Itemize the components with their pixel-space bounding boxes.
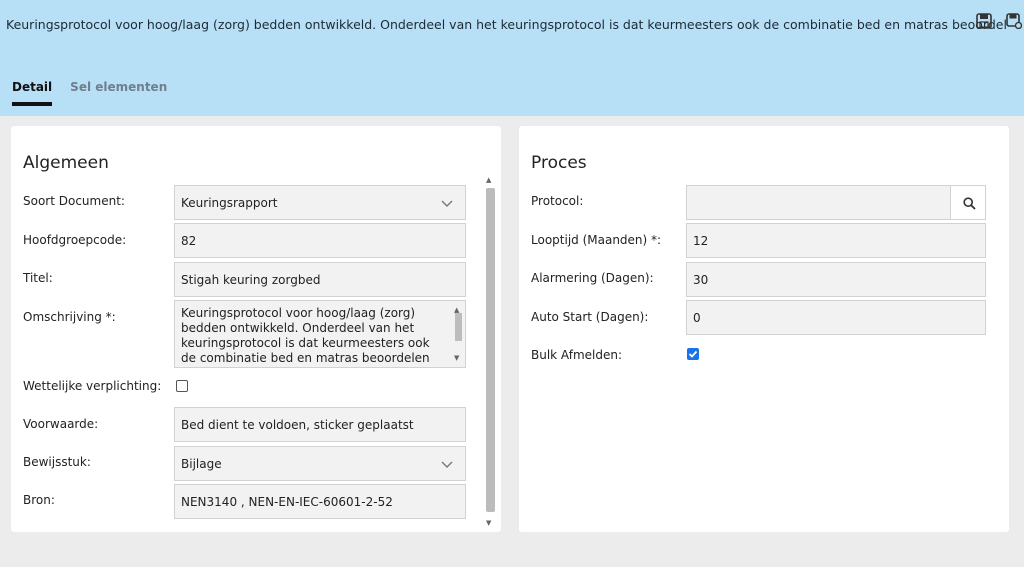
scroll-thumb[interactable] bbox=[455, 313, 462, 341]
auto-start-input[interactable]: 0 bbox=[686, 300, 986, 335]
auto-start-value: 0 bbox=[693, 310, 701, 325]
voorwaarde-input[interactable]: Bed dient te voldoen, sticker geplaatst bbox=[174, 407, 466, 442]
voorwaarde-value: Bed dient te voldoen, sticker geplaatst bbox=[181, 417, 414, 432]
bewijsstuk-value: Bijlage bbox=[181, 456, 222, 471]
algemeen-title: Algemeen bbox=[23, 153, 109, 173]
tab-bar: Detail Sel elementen bbox=[12, 80, 185, 106]
save-icon[interactable] bbox=[976, 13, 992, 29]
checkmark-icon bbox=[688, 350, 698, 358]
scroll-up-icon[interactable]: ▲ bbox=[486, 176, 491, 184]
alarmering-label: Alarmering (Dagen): bbox=[531, 271, 654, 285]
content-area: Algemeen Proces bbox=[0, 116, 1024, 567]
soort-document-select[interactable]: Keuringsrapport bbox=[174, 185, 466, 220]
hoofdgroepcode-value: 82 bbox=[181, 233, 197, 248]
proces-title: Proces bbox=[531, 153, 587, 173]
scroll-thumb[interactable] bbox=[486, 188, 495, 512]
titel-value: Stigah keuring zorgbed bbox=[181, 272, 321, 287]
omschrijving-label: Omschrijving *: bbox=[23, 310, 116, 324]
header: Keuringsprotocol voor hoog/laag (zorg) b… bbox=[0, 0, 1024, 116]
omschrijving-scrollbar[interactable]: ▲ ▼ bbox=[453, 303, 463, 366]
omschrijving-textarea[interactable]: Keuringsprotocol voor hoog/laag (zorg) b… bbox=[174, 300, 466, 368]
tab-detail[interactable]: Detail bbox=[12, 80, 53, 106]
auto-start-label: Auto Start (Dagen): bbox=[531, 310, 649, 324]
omschrijving-value: Keuringsprotocol voor hoog/laag (zorg) b… bbox=[181, 306, 430, 367]
looptijd-value: 12 bbox=[693, 233, 709, 248]
protocol-input[interactable] bbox=[686, 185, 951, 220]
scroll-down-icon[interactable]: ▼ bbox=[486, 519, 491, 527]
save-as-icon[interactable] bbox=[1006, 13, 1022, 29]
soort-document-value: Keuringsrapport bbox=[181, 195, 278, 210]
bewijsstuk-label: Bewijsstuk: bbox=[23, 455, 91, 469]
algemeen-scrollbar[interactable]: ▲ ▼ bbox=[484, 176, 496, 527]
alarmering-value: 30 bbox=[693, 272, 709, 287]
chevron-down-icon bbox=[441, 200, 453, 207]
search-icon bbox=[963, 197, 976, 210]
looptijd-label: Looptijd (Maanden) *: bbox=[531, 233, 662, 247]
header-title: Keuringsprotocol voor hoog/laag (zorg) b… bbox=[6, 17, 1006, 32]
tab-sel-elementen[interactable]: Sel elementen bbox=[70, 80, 167, 106]
protocol-search-button[interactable] bbox=[950, 185, 986, 220]
chevron-down-icon bbox=[441, 461, 453, 468]
scroll-down-icon[interactable]: ▼ bbox=[454, 351, 459, 366]
bron-label: Bron: bbox=[23, 493, 55, 507]
wettelijke-label: Wettelijke verplichting: bbox=[23, 379, 162, 393]
looptijd-input[interactable]: 12 bbox=[686, 223, 986, 258]
voorwaarde-label: Voorwaarde: bbox=[23, 417, 99, 431]
titel-input[interactable]: Stigah keuring zorgbed bbox=[174, 262, 466, 297]
bron-input[interactable]: NEN3140 , NEN-EN-IEC-60601-2-52 bbox=[174, 484, 466, 519]
hoofdgroepcode-input[interactable]: 82 bbox=[174, 223, 466, 258]
bulk-afmelden-checkbox[interactable] bbox=[687, 348, 699, 360]
bulk-afmelden-label: Bulk Afmelden: bbox=[531, 348, 622, 362]
bron-value: NEN3140 , NEN-EN-IEC-60601-2-52 bbox=[181, 494, 393, 509]
hoofdgroepcode-label: Hoofdgroepcode: bbox=[23, 233, 127, 247]
wettelijke-checkbox[interactable] bbox=[176, 380, 188, 392]
soort-document-label: Soort Document: bbox=[23, 194, 125, 208]
bewijsstuk-select[interactable]: Bijlage bbox=[174, 446, 466, 481]
alarmering-input[interactable]: 30 bbox=[686, 262, 986, 297]
titel-label: Titel: bbox=[23, 271, 53, 285]
protocol-label: Protocol: bbox=[531, 194, 584, 208]
